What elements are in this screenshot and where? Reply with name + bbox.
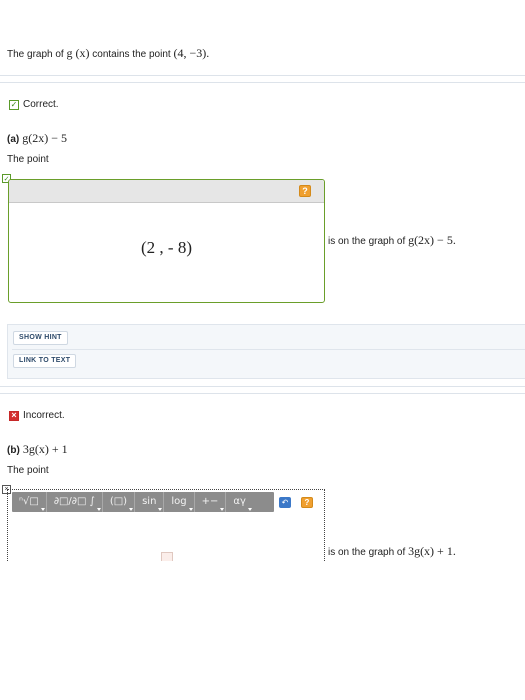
intro-text: The graph of	[7, 49, 64, 60]
divider	[0, 82, 525, 83]
part-b-prompt: The point	[7, 465, 49, 476]
part-letter: (b)	[7, 445, 20, 456]
part-b-status: × Incorrect.	[9, 410, 65, 421]
answer-toolbar: ?	[9, 180, 324, 203]
answer-input-part-b[interactable]: ⁿ√□ ∂□/∂□ ∫ (□) sin log +− αγ ↶ ?	[7, 489, 325, 561]
part-letter: (a)	[7, 134, 20, 145]
status-text: Incorrect.	[23, 410, 65, 421]
divider	[0, 393, 525, 394]
calculus-menu[interactable]: ∂□/∂□ ∫	[47, 492, 103, 512]
status-text: Correct.	[23, 99, 59, 110]
suffix-text: is on the graph of	[328, 547, 406, 558]
input-cursor-placeholder[interactable]	[161, 552, 173, 561]
divider	[12, 349, 525, 350]
part-a-status: ✓ Correct.	[9, 99, 59, 110]
part-b-suffix: is on the graph of 3g(x) + 1.	[328, 544, 456, 559]
intro-function: g (x)	[66, 46, 90, 60]
undo-icon[interactable]: ↶	[279, 497, 291, 508]
part-a-prompt: The point	[7, 154, 49, 165]
problem-intro: The graph of g (x) contains the point (4…	[7, 46, 209, 61]
answer-value: (2 , - 8)	[141, 238, 192, 257]
divider	[0, 386, 525, 387]
cross-icon: ×	[9, 410, 19, 421]
answer-input-part-a[interactable]: ? (2 , - 8)	[8, 179, 325, 303]
part-expression: g(2x) − 5	[22, 131, 68, 145]
check-icon: ✓	[9, 99, 19, 110]
show-hint-button[interactable]: SHOW HINT	[13, 331, 68, 345]
part-expression: 3g(x) + 1	[22, 442, 68, 456]
divider	[0, 75, 525, 76]
part-a-label: (a) g(2x) − 5	[7, 131, 67, 146]
radical-menu[interactable]: ⁿ√□	[12, 492, 47, 512]
intro-point: (4, −3).	[173, 46, 210, 60]
math-toolbar: ⁿ√□ ∂□/∂□ ∫ (□) sin log +− αγ	[12, 492, 274, 512]
link-to-text-button[interactable]: LINK TO TEXT	[13, 354, 77, 368]
operators-menu[interactable]: +−	[195, 492, 227, 512]
suffix-text: is on the graph of	[328, 236, 406, 247]
hint-panel: SHOW HINT LINK TO TEXT	[7, 324, 525, 379]
help-icon[interactable]: ?	[301, 497, 313, 508]
intro-text-2: contains the point	[92, 49, 171, 60]
suffix-expression: 3g(x) + 1.	[408, 544, 456, 558]
part-b-label: (b) 3g(x) + 1	[7, 442, 68, 457]
trig-menu[interactable]: sin	[135, 492, 165, 512]
part-a-suffix: is on the graph of g(2x) − 5.	[328, 233, 456, 248]
suffix-expression: g(2x) − 5.	[408, 233, 456, 247]
parentheses-menu[interactable]: (□)	[103, 492, 136, 512]
greek-menu[interactable]: αγ	[226, 492, 253, 512]
help-icon[interactable]: ?	[299, 185, 311, 197]
log-menu[interactable]: log	[164, 492, 195, 512]
